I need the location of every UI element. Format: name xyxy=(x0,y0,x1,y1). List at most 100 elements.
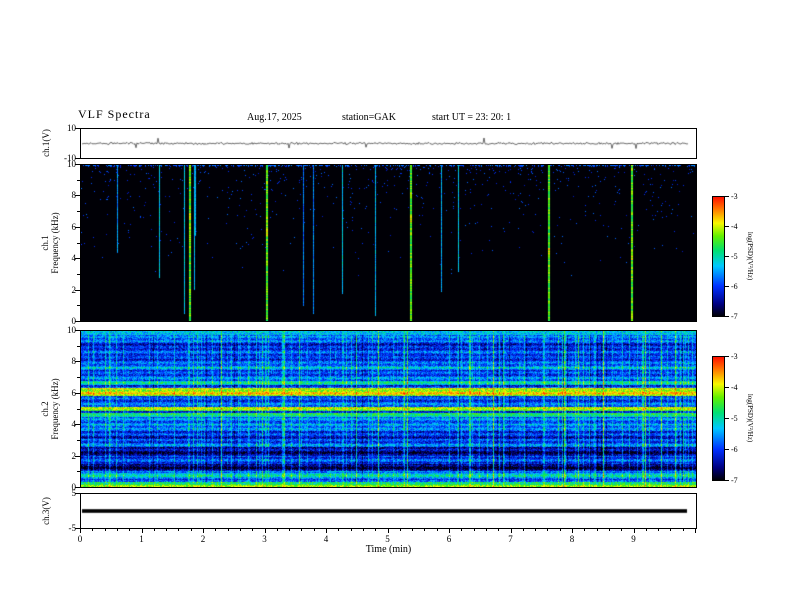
plot-title: VLF Spectra xyxy=(78,107,151,121)
y-tick-mark xyxy=(75,455,80,457)
start-ut-label: start UT = 23: 20: 1 xyxy=(432,112,512,123)
colorbar-ch2-label: log(PSD)(V²/Hz) xyxy=(746,393,754,443)
ch1-voltage-trace-canvas xyxy=(81,129,696,158)
y-tick-label: 5 xyxy=(71,488,77,498)
colorbar-tick-mark xyxy=(725,480,729,481)
colorbar-ch2 xyxy=(712,356,725,481)
x-minor-tick-mark xyxy=(399,528,401,531)
plot-date: Aug.17, 2025 xyxy=(247,112,302,123)
y-minor-tick-mark xyxy=(77,305,80,307)
y-tick-mark xyxy=(75,493,80,494)
y-tick-label: 10 xyxy=(67,159,76,169)
colorbar-tick-label: -3 xyxy=(731,352,738,361)
ch2-spectrogram-canvas xyxy=(81,331,696,487)
x-axis-title: Time (min) xyxy=(365,544,412,555)
y-tick-label: 2 xyxy=(71,450,77,461)
y-tick-mark xyxy=(75,128,80,129)
panel-ch1-spectrogram xyxy=(80,164,697,322)
x-tick-mark xyxy=(510,528,512,533)
x-minor-tick-mark xyxy=(473,528,475,531)
x-minor-tick-mark xyxy=(559,528,561,531)
x-tick-mark xyxy=(572,528,573,533)
x-tick-label: 7 xyxy=(508,534,513,544)
x-tick-mark xyxy=(264,528,266,533)
x-minor-tick-mark xyxy=(116,528,118,531)
colorbar-tick-label: -3 xyxy=(731,192,738,201)
x-minor-tick-mark xyxy=(424,528,426,531)
x-minor-tick-mark xyxy=(485,528,487,531)
y-tick-mark xyxy=(75,361,80,363)
colorbar-tick-label: -4 xyxy=(731,383,738,392)
x-minor-tick-mark xyxy=(252,528,254,531)
x-minor-tick-mark xyxy=(535,528,537,531)
x-minor-tick-mark xyxy=(92,528,94,531)
x-minor-tick-mark xyxy=(190,528,192,531)
y-minor-tick-mark xyxy=(77,273,80,275)
colorbar-tick-mark xyxy=(725,387,729,388)
x-tick-mark xyxy=(695,528,696,533)
colorbar-tick-label: -7 xyxy=(731,312,738,321)
x-minor-tick-mark xyxy=(227,528,229,531)
x-tick-label: 6 xyxy=(446,534,452,544)
x-minor-tick-mark xyxy=(301,528,303,531)
x-tick-label: 5 xyxy=(385,534,390,544)
colorbar-ch1-label: log(PSD)(V²/Hz) xyxy=(746,231,754,281)
colorbar-tick-mark xyxy=(725,316,729,317)
x-minor-tick-mark xyxy=(166,528,168,531)
x-minor-tick-mark xyxy=(682,528,684,531)
panel-ch3-voltage xyxy=(80,493,697,529)
x-minor-tick-mark xyxy=(670,528,672,531)
x-minor-tick-mark xyxy=(547,528,549,531)
panel-ch1-voltage xyxy=(80,128,697,159)
x-minor-tick-mark xyxy=(375,528,377,531)
x-minor-tick-mark xyxy=(412,528,414,531)
x-tick-mark xyxy=(141,528,143,533)
y-minor-tick-mark xyxy=(77,242,80,244)
x-tick-label: 3 xyxy=(262,534,267,544)
colorbar-tick-label: -5 xyxy=(731,252,738,261)
x-minor-tick-mark xyxy=(658,528,660,531)
x-minor-tick-mark xyxy=(498,528,500,531)
x-minor-tick-mark xyxy=(289,528,291,531)
y-tick-mark xyxy=(75,424,80,426)
y-tick-label: 8 xyxy=(71,190,77,201)
colorbar-ch2-gradient xyxy=(713,357,724,480)
x-minor-tick-mark xyxy=(129,528,131,531)
y-tick-label: 8 xyxy=(71,356,77,367)
colorbar-tick-label: -6 xyxy=(731,282,738,291)
x-tick-label: 2 xyxy=(200,534,206,544)
ch1v-axis-label: ch.1(V) xyxy=(41,129,51,157)
x-tick-label: 9 xyxy=(631,534,636,544)
colorbar-tick-label: -7 xyxy=(731,476,738,485)
spec1-axis-label-line1: ch.1 xyxy=(40,235,50,251)
ch3v-axis-label: ch.3(V) xyxy=(41,497,51,525)
y-tick-label: 6 xyxy=(71,387,77,398)
y-tick-mark xyxy=(75,258,80,260)
y-minor-tick-mark xyxy=(77,471,80,473)
y-tick-label: 4 xyxy=(71,419,77,430)
station-label: station=GAK xyxy=(342,112,396,123)
colorbar-tick-mark xyxy=(725,256,729,257)
x-minor-tick-mark xyxy=(461,528,463,531)
y-minor-tick-mark xyxy=(77,345,80,347)
colorbar-tick-label: -5 xyxy=(731,414,738,423)
y-minor-tick-mark xyxy=(77,408,80,410)
x-minor-tick-mark xyxy=(436,528,438,531)
x-minor-tick-mark xyxy=(645,528,647,531)
y-minor-tick-mark xyxy=(77,439,80,441)
x-minor-tick-mark xyxy=(178,528,180,531)
ch3-voltage-trace-canvas xyxy=(81,494,696,528)
x-tick-mark xyxy=(326,528,327,533)
x-minor-tick-mark xyxy=(522,528,524,531)
y-tick-mark xyxy=(75,330,80,331)
vlf-spectra-figure: VLF Spectra Aug.17, 2025 station=GAK sta… xyxy=(0,0,792,612)
x-minor-tick-mark xyxy=(608,528,610,531)
x-minor-tick-mark xyxy=(215,528,217,531)
colorbar-tick-mark xyxy=(725,449,729,450)
x-tick-label: 4 xyxy=(323,534,329,544)
x-minor-tick-mark xyxy=(104,528,106,531)
y-tick-mark xyxy=(75,195,80,197)
colorbar-tick-mark xyxy=(725,418,729,419)
x-minor-tick-mark xyxy=(153,528,155,531)
y-tick-label: 2 xyxy=(71,284,77,295)
